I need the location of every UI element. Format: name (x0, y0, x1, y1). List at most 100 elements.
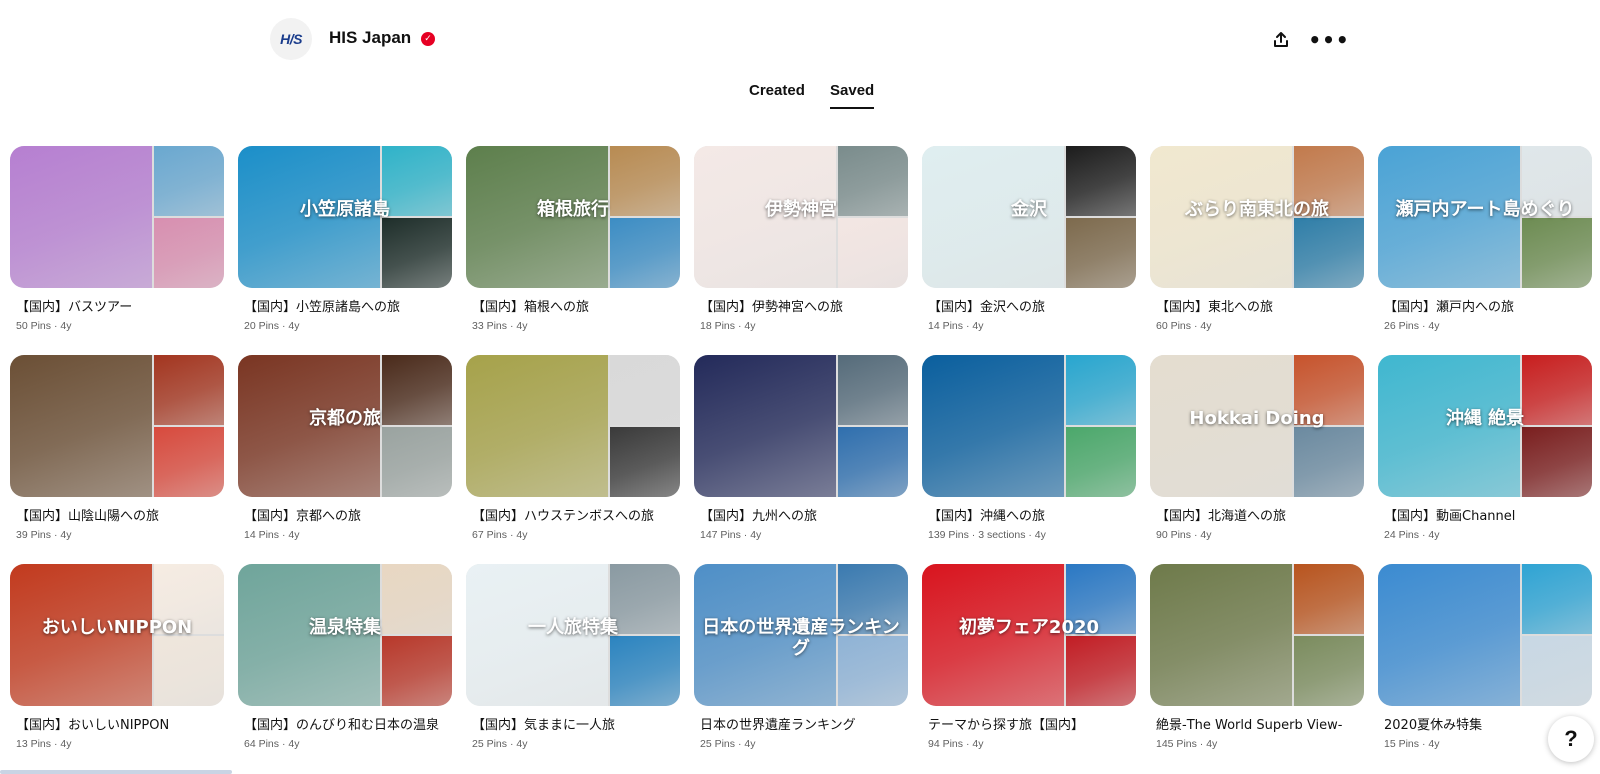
board-cover-side-image (1294, 636, 1364, 706)
board-cover-side-image (1522, 636, 1592, 706)
tab-created[interactable]: Created (749, 82, 805, 107)
board-meta: 14 Pins · 4y (928, 320, 984, 332)
board-cover[interactable] (1378, 564, 1592, 706)
board-title[interactable]: 【国内】箱根への旅 (466, 298, 680, 317)
board-cover[interactable]: 箱根旅行 (466, 146, 680, 288)
board-cover-side-image (1066, 355, 1136, 425)
board-cover-side-image (610, 427, 680, 497)
board-cover-main-image (10, 146, 152, 288)
board-meta: 50 Pins · 4y (16, 320, 72, 332)
board-card[interactable]: 日本の世界遺産ランキング 日本の世界遺産ランキング 25 Pins · 4y (694, 564, 908, 750)
board-cover-side-image (838, 218, 908, 288)
board-cover[interactable] (466, 355, 680, 497)
board-cover-caption: 日本の世界遺産ランキング (702, 617, 900, 659)
board-title[interactable]: 絶景-The World Superb View- (1150, 716, 1364, 735)
board-cover[interactable] (10, 355, 224, 497)
help-button[interactable]: ? (1548, 716, 1594, 762)
board-meta: 145 Pins · 4y (1156, 738, 1218, 750)
board-cover-side-image (382, 636, 452, 706)
horizontal-scrollbar[interactable] (0, 770, 232, 774)
board-title[interactable]: 【国内】のんびり和む日本の温泉 (238, 716, 452, 735)
board-cover-side-image (154, 146, 224, 216)
board-title[interactable]: 【国内】ハウステンボスへの旅 (466, 507, 680, 526)
board-card[interactable]: 箱根旅行 【国内】箱根への旅 33 Pins · 4y (466, 146, 680, 332)
board-title[interactable]: 日本の世界遺産ランキング (694, 716, 908, 735)
tab-saved[interactable]: Saved (830, 82, 875, 109)
board-cover-side-image (382, 218, 452, 288)
board-card[interactable]: 初夢フェア2020 テーマから探す旅【国内】 94 Pins · 4y (922, 564, 1136, 750)
board-card[interactable]: 小笠原諸島【国内】小笠原諸島への旅 20 Pins · 4y (238, 146, 452, 332)
board-card[interactable]: おいしいNIPPON 【国内】おいしいNIPPON 13 Pins · 4y (10, 564, 224, 750)
board-cover-side-image (154, 427, 224, 497)
share-icon[interactable] (1265, 24, 1297, 56)
board-card[interactable]: 京都の旅【国内】京都への旅 14 Pins · 4y (238, 355, 452, 541)
board-cover-caption: ぶらり南東北の旅 (1185, 199, 1329, 220)
board-cover[interactable]: おいしいNIPPON (10, 564, 224, 706)
board-title[interactable]: 【国内】瀬戸内への旅 (1378, 298, 1592, 317)
board-cover[interactable]: 一人旅特集 (466, 564, 680, 706)
profile-header: H/S HIS Japan ✓ ••• (0, 0, 1600, 80)
board-cover-caption: 初夢フェア2020 (958, 617, 1100, 638)
board-card[interactable]: 【国内】バスツアー 50 Pins · 4y (10, 146, 224, 332)
board-cover[interactable] (1150, 564, 1364, 706)
board-cover[interactable]: ぶらり南東北の旅 (1150, 146, 1364, 288)
board-cover[interactable] (922, 355, 1136, 497)
board-cover[interactable] (694, 355, 908, 497)
board-card[interactable]: 絶景-The World Superb View- 145 Pins · 4y (1150, 564, 1364, 750)
board-card[interactable]: Hokkai Doing 【国内】北海道への旅 90 Pins · 4y (1150, 355, 1364, 541)
board-cover[interactable]: 金沢 (922, 146, 1136, 288)
board-cover-side-image (1294, 564, 1364, 634)
more-options-icon[interactable]: ••• (1308, 24, 1348, 56)
board-title[interactable]: 【国内】山陰山陽への旅 (10, 507, 224, 526)
board-card[interactable]: 【国内】ハウステンボスへの旅 67 Pins · 4y (466, 355, 680, 541)
board-cover-caption: Hokkai Doing (1189, 408, 1325, 429)
profile-avatar[interactable]: H/S (270, 18, 312, 60)
board-title[interactable]: 【国内】九州への旅 (694, 507, 908, 526)
board-card[interactable]: 瀬戸内アート島めぐり 【国内】瀬戸内への旅 26 Pins · 4y (1378, 146, 1592, 332)
board-title[interactable]: 【国内】おいしいNIPPON (10, 716, 224, 735)
board-title[interactable]: テーマから探す旅【国内】 (922, 716, 1136, 735)
board-title[interactable]: 【国内】気ままに一人旅 (466, 716, 680, 735)
board-cover[interactable]: 京都の旅 (238, 355, 452, 497)
board-card[interactable]: 【国内】九州への旅 147 Pins · 4y (694, 355, 908, 541)
profile-name[interactable]: HIS Japan (329, 28, 411, 48)
board-cover-main-image (10, 355, 152, 497)
board-card[interactable]: ぶらり南東北の旅 【国内】東北への旅 60 Pins · 4y (1150, 146, 1364, 332)
board-meta: 14 Pins · 4y (244, 529, 300, 541)
board-cover[interactable]: Hokkai Doing (1150, 355, 1364, 497)
board-title[interactable]: 【国内】バスツアー (10, 298, 224, 317)
board-title[interactable]: 【国内】金沢への旅 (922, 298, 1136, 317)
board-cover-side-image (382, 427, 452, 497)
board-title[interactable]: 【国内】沖縄への旅 (922, 507, 1136, 526)
board-card[interactable]: 金沢【国内】金沢への旅 14 Pins · 4y (922, 146, 1136, 332)
board-card[interactable]: 伊勢神宮 【国内】伊勢神宮への旅 18 Pins · 4y (694, 146, 908, 332)
board-card[interactable]: 一人旅特集 【国内】気ままに一人旅 25 Pins · 4y (466, 564, 680, 750)
board-meta: 20 Pins · 4y (244, 320, 300, 332)
board-cover[interactable]: 伊勢神宮 (694, 146, 908, 288)
board-cover-side-image (1066, 636, 1136, 706)
board-card[interactable]: 【国内】沖縄への旅 139 Pins · 3 sections · 4y (922, 355, 1136, 541)
board-cover[interactable]: 瀬戸内アート島めぐり (1378, 146, 1592, 288)
board-cover[interactable]: 沖縄 絶景 (1378, 355, 1592, 497)
board-card[interactable]: 沖縄 絶景 【国内】動画Channel 24 Pins · 4y (1378, 355, 1592, 541)
board-title[interactable]: 【国内】東北への旅 (1150, 298, 1364, 317)
board-cover-main-image (922, 355, 1064, 497)
board-title[interactable]: 【国内】伊勢神宮への旅 (694, 298, 908, 317)
board-meta: 67 Pins · 4y (472, 529, 528, 541)
board-title[interactable]: 【国内】小笠原諸島への旅 (238, 298, 452, 317)
board-title[interactable]: 【国内】北海道への旅 (1150, 507, 1364, 526)
board-cover-side-image (610, 636, 680, 706)
board-cover[interactable]: 温泉特集 (238, 564, 452, 706)
board-cover[interactable]: 初夢フェア2020 (922, 564, 1136, 706)
board-meta: 90 Pins · 4y (1156, 529, 1212, 541)
board-card[interactable]: 温泉特集【国内】のんびり和む日本の温泉 64 Pins · 4y (238, 564, 452, 750)
board-cover[interactable]: 日本の世界遺産ランキング (694, 564, 908, 706)
board-cover[interactable] (10, 146, 224, 288)
board-meta: 64 Pins · 4y (244, 738, 300, 750)
board-meta: 39 Pins · 4y (16, 529, 72, 541)
board-card[interactable]: 【国内】山陰山陽への旅 39 Pins · 4y (10, 355, 224, 541)
board-cover[interactable]: 小笠原諸島 (238, 146, 452, 288)
board-cover-side-image (1066, 218, 1136, 288)
board-title[interactable]: 【国内】動画Channel (1378, 507, 1592, 526)
board-title[interactable]: 【国内】京都への旅 (238, 507, 452, 526)
